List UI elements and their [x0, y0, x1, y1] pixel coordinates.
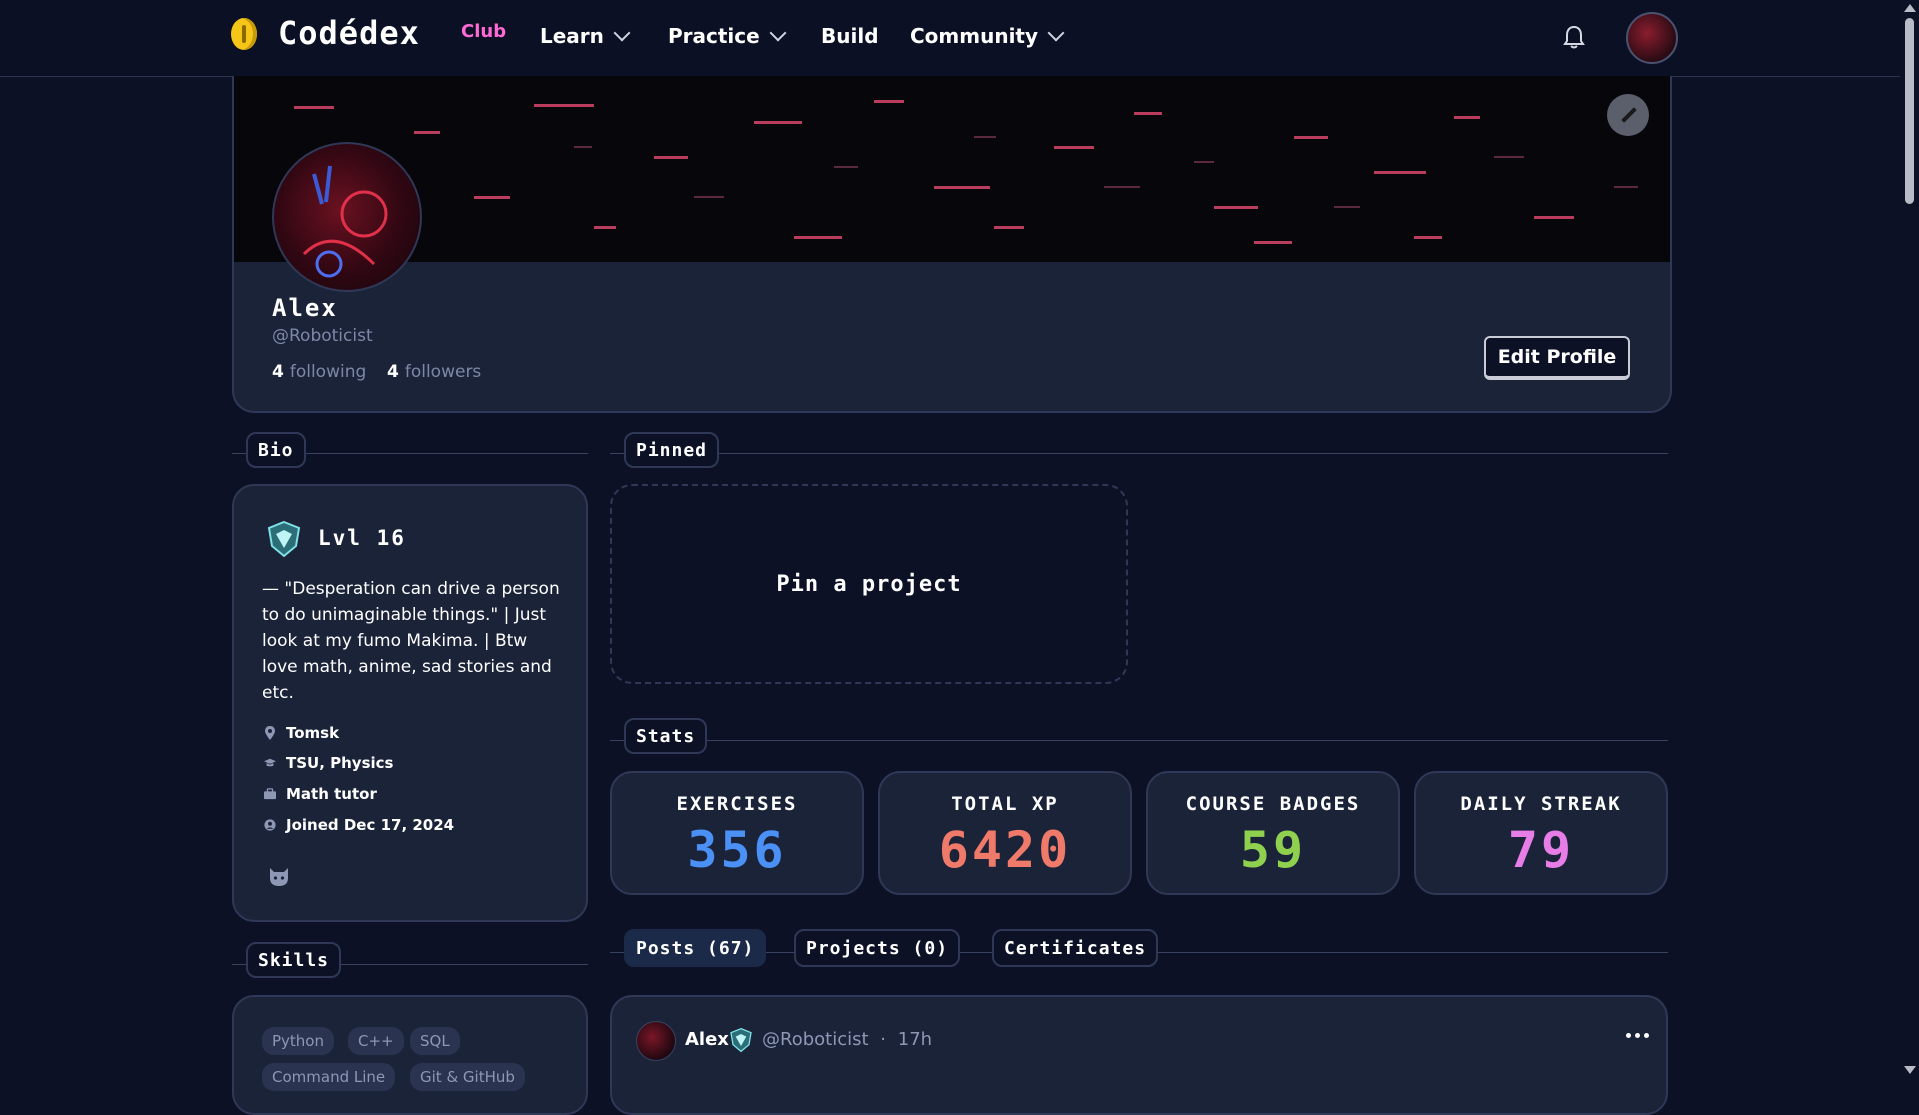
- scroll-up-icon[interactable]: [1904, 4, 1916, 12]
- graduation-cap-icon: [264, 758, 276, 767]
- avatar-art-icon: [302, 165, 388, 278]
- pin-project-button[interactable]: Pin a project: [610, 484, 1128, 684]
- coin-logo-icon[interactable]: [231, 18, 257, 50]
- bio-joined-text: Joined Dec 17, 2024: [286, 816, 455, 834]
- bio-joined: Joined Dec 17, 2024: [264, 816, 454, 834]
- stat-card-exercises: EXERCISES 356: [610, 771, 864, 895]
- section-title-skills: Skills: [246, 942, 342, 978]
- profile-name: Alex: [272, 294, 338, 322]
- profile-banner: [234, 76, 1670, 262]
- skill-chip: SQL: [410, 1027, 460, 1055]
- nav-build-label: Build: [821, 24, 879, 48]
- bell-icon[interactable]: [1563, 25, 1585, 49]
- section-divider: [610, 740, 1668, 741]
- nav-community-label: Community: [910, 24, 1039, 48]
- nav-learn[interactable]: Learn: [540, 24, 631, 48]
- stat-card-course-badges: COURSE BADGES 59: [1146, 771, 1400, 895]
- stat-card-total-xp: TOTAL XP 6420: [878, 771, 1132, 895]
- chevron-down-icon: [613, 24, 631, 42]
- following-link[interactable]: 4 following: [272, 362, 366, 382]
- scrollbar-thumb[interactable]: [1905, 18, 1914, 204]
- briefcase-icon: [264, 788, 276, 800]
- profile-header-card: Alex @Roboticist 4 following 4 followers E…: [232, 76, 1672, 413]
- tab-certificates[interactable]: Certificates: [992, 929, 1159, 967]
- post-meta: @Roboticist · 17h: [762, 1029, 932, 1050]
- skill-chip: Command Line: [262, 1063, 396, 1091]
- skill-chip: Python: [262, 1027, 334, 1055]
- bio-work-text: Math tutor: [286, 785, 377, 803]
- section-title-bio: Bio: [246, 432, 306, 468]
- skills-card: Python C++ SQL Command Line Git & GitHub: [232, 995, 588, 1115]
- bio-text: — "Desperation can drive a person to do …: [262, 579, 560, 703]
- tab-posts[interactable]: Posts (67): [624, 929, 767, 967]
- bio-location-text: Tomsk: [286, 724, 340, 742]
- post-timestamp: 17h: [897, 1029, 933, 1050]
- user-circle-icon: [264, 819, 276, 831]
- user-level: Lvl 16: [318, 526, 406, 550]
- nav-practice[interactable]: Practice: [668, 24, 787, 48]
- edit-profile-button[interactable]: Edit Profile: [1484, 336, 1630, 380]
- stat-card-daily-streak: DAILY STREAK 79: [1414, 771, 1668, 895]
- scroll-down-icon[interactable]: [1904, 1066, 1916, 1074]
- account-avatar[interactable]: [1626, 12, 1678, 64]
- nav-learn-label: Learn: [540, 24, 604, 48]
- top-navigation: Codédex Club Learn Practice Build Commun…: [0, 0, 1900, 77]
- chevron-down-icon: [1047, 24, 1065, 42]
- brand-club-label: Club: [461, 21, 507, 42]
- level-shield-icon: [730, 1027, 752, 1053]
- post-author-name[interactable]: Alex: [685, 1029, 729, 1050]
- bio-education-text: TSU, Physics: [286, 754, 394, 772]
- following-count: 4: [272, 362, 284, 382]
- following-label: following: [289, 362, 367, 382]
- github-icon[interactable]: [266, 864, 292, 890]
- bio-card: Lvl 16 — "Desperation can drive a person…: [232, 484, 588, 922]
- tab-projects[interactable]: Projects (0): [794, 929, 961, 967]
- followers-link[interactable]: 4 followers: [387, 362, 481, 382]
- level-shield-icon: [267, 520, 301, 558]
- stat-value: 356: [687, 821, 787, 879]
- profile-handle: @Roboticist: [272, 326, 373, 346]
- section-divider: [610, 453, 1668, 454]
- section-title-pinned: Pinned: [624, 432, 720, 468]
- edit-banner-button[interactable]: [1607, 94, 1649, 136]
- nav-community[interactable]: Community: [910, 24, 1065, 48]
- stat-label: COURSE BADGES: [1185, 793, 1361, 815]
- nav-build[interactable]: Build: [821, 24, 879, 48]
- chevron-down-icon: [769, 24, 787, 42]
- post-meta-separator: ·: [880, 1029, 887, 1050]
- more-options-icon[interactable]: [1626, 1033, 1649, 1038]
- nav-practice-label: Practice: [668, 24, 760, 48]
- bio-location: Tomsk: [264, 724, 339, 742]
- followers-count: 4: [387, 362, 399, 382]
- skill-chip: Git & GitHub: [410, 1063, 525, 1091]
- stat-value: 79: [1507, 821, 1575, 879]
- section-title-stats: Stats: [624, 718, 708, 754]
- stat-label: TOTAL XP: [951, 793, 1059, 815]
- post-author-avatar[interactable]: [636, 1021, 676, 1061]
- location-pin-icon: [265, 726, 275, 740]
- post-card: Alex @Roboticist · 17h: [610, 995, 1668, 1115]
- stat-value: 6420: [938, 821, 1072, 879]
- stat-label: DAILY STREAK: [1460, 793, 1622, 815]
- bio-work: Math tutor: [264, 785, 377, 803]
- bio-education: TSU, Physics: [264, 754, 393, 772]
- skill-chip: C++: [348, 1027, 404, 1055]
- stat-label: EXERCISES: [676, 793, 798, 815]
- post-author-handle[interactable]: @Roboticist: [762, 1029, 869, 1050]
- followers-label: followers: [404, 362, 482, 382]
- profile-avatar: [272, 142, 422, 292]
- stat-value: 59: [1239, 821, 1307, 879]
- brand-logo[interactable]: Codédex: [278, 14, 420, 52]
